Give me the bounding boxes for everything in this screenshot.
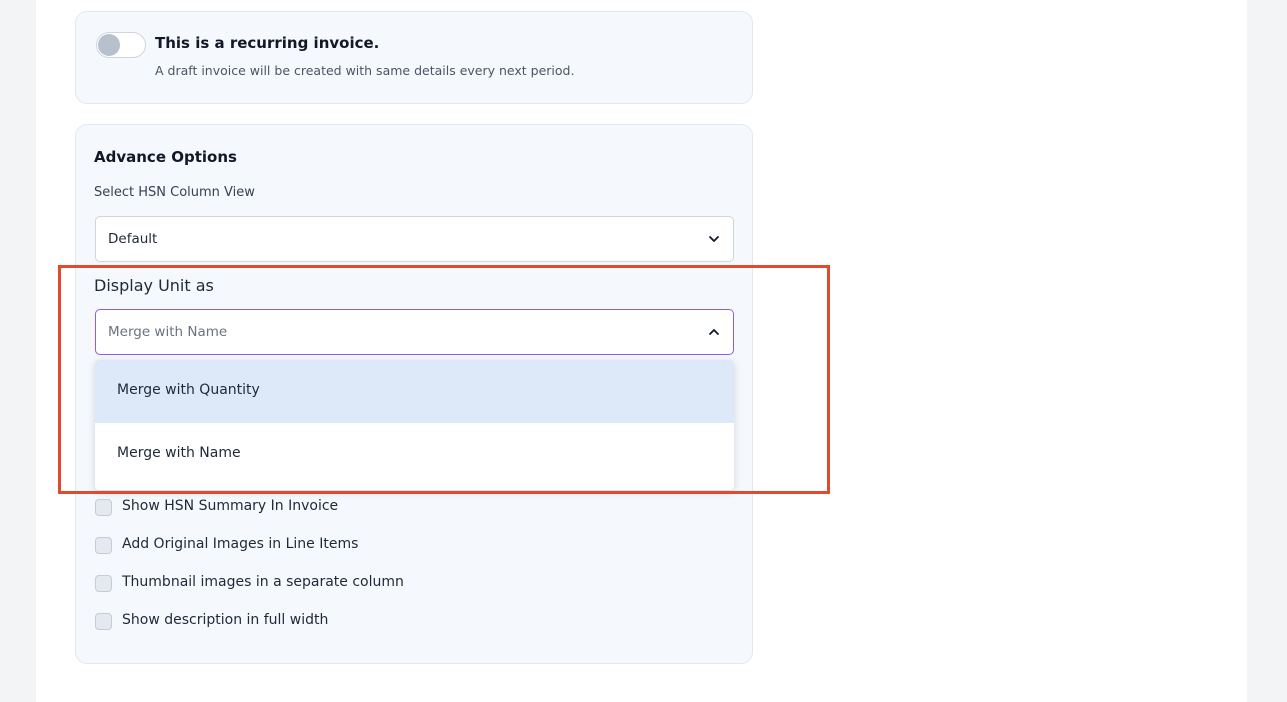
hsn-column-view-value: Default — [108, 231, 158, 247]
advance-options-title: Advance Options — [94, 148, 237, 166]
hsn-column-view-select[interactable]: Default — [95, 216, 734, 262]
display-unit-label: Display Unit as — [94, 276, 214, 295]
chevron-up-icon — [709, 329, 719, 335]
dropdown-option-label: Merge with Name — [117, 445, 241, 461]
display-unit-value: Merge with Name — [108, 324, 228, 340]
display-unit-dropdown-menu: Merge with Quantity Merge with Name — [95, 360, 734, 490]
dropdown-option-label: Merge with Quantity — [117, 382, 260, 398]
checkbox-label: Thumbnail images in a separate column — [122, 574, 404, 590]
toggle-knob — [98, 34, 120, 56]
checkbox-label: Show description in full width — [122, 612, 329, 628]
recurring-invoice-description: A draft invoice will be created with sam… — [155, 63, 575, 78]
display-unit-select[interactable]: Merge with Name — [95, 309, 734, 355]
dropdown-option-merge-with-quantity[interactable]: Merge with Quantity — [95, 360, 734, 423]
recurring-invoice-title: This is a recurring invoice. — [155, 34, 380, 52]
dropdown-option-merge-with-name[interactable]: Merge with Name — [95, 423, 734, 486]
checkbox-label: Show HSN Summary In Invoice — [122, 498, 339, 514]
checkbox-input[interactable] — [95, 499, 112, 516]
recurring-invoice-toggle[interactable] — [96, 32, 146, 58]
hsn-column-view-label: Select HSN Column View — [94, 185, 255, 200]
recurring-invoice-card — [75, 11, 753, 104]
checkbox-label: Add Original Images in Line Items — [122, 536, 359, 552]
checkbox-input[interactable] — [95, 613, 112, 630]
chevron-down-icon — [709, 236, 719, 242]
checkbox-input[interactable] — [95, 537, 112, 554]
checkbox-input[interactable] — [95, 575, 112, 592]
